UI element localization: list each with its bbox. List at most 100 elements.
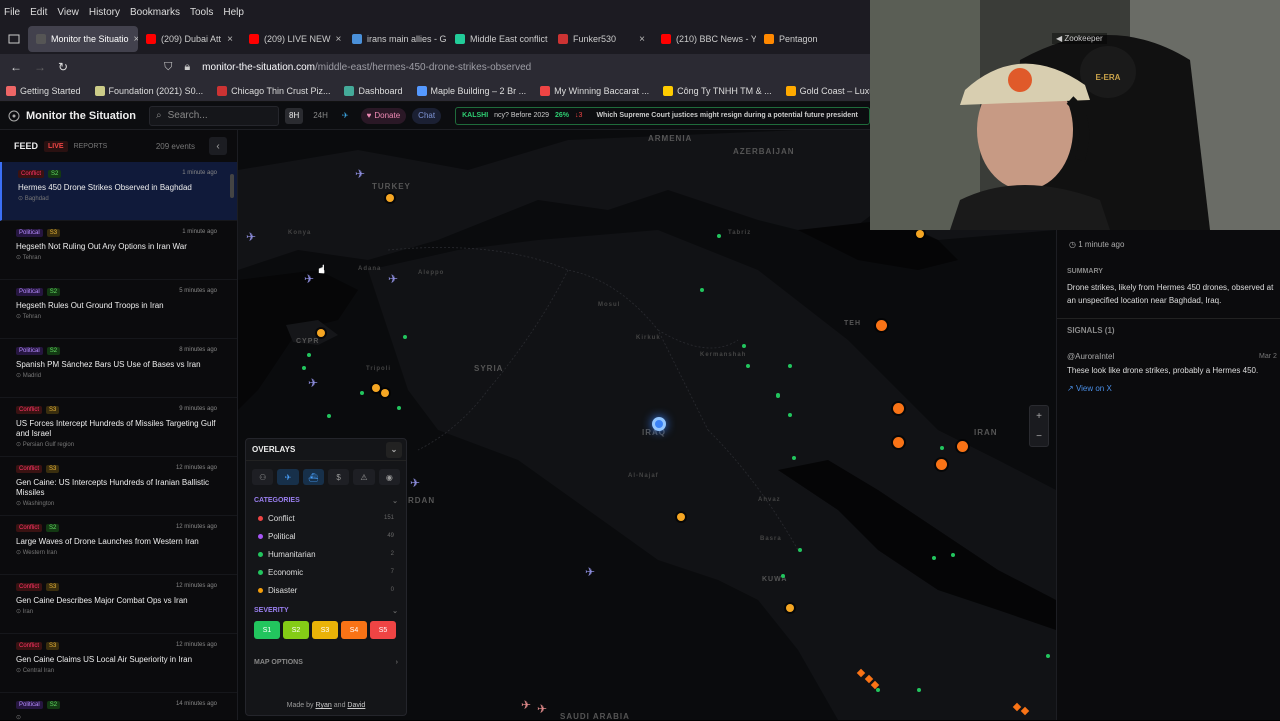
menu-item-help[interactable]: Help [223, 7, 244, 18]
event-marker[interactable] [788, 364, 792, 368]
browser-tab[interactable]: Pentagon [756, 26, 859, 52]
bookmark-item[interactable]: Chicago Thin Crust Piz... [217, 85, 330, 96]
event-marker[interactable] [386, 194, 394, 202]
overlay-alert-icon[interactable]: ⚠ [353, 469, 375, 485]
event-marker[interactable] [403, 335, 407, 339]
aircraft-icon[interactable]: ✈ [410, 476, 420, 490]
menu-item-view[interactable]: View [57, 7, 79, 18]
selected-event-marker[interactable] [652, 417, 666, 431]
event-marker[interactable] [397, 406, 401, 410]
chat-button[interactable]: Chat [412, 107, 442, 124]
feed-event-item[interactable]: Political S2 14 minutes ago ⊙ [0, 693, 237, 720]
telegram-icon[interactable]: ✈ [338, 108, 353, 124]
event-marker[interactable] [776, 393, 780, 397]
event-marker[interactable] [935, 458, 947, 470]
feed-event-item[interactable]: Political S3 1 minute ago Hegseth Not Rulin… [0, 221, 237, 280]
aircraft-icon[interactable]: ✈ [246, 230, 256, 244]
overlay-aircraft-icon[interactable]: ✈ [277, 469, 299, 485]
feed-event-item[interactable]: Conflict S3 12 minutes ago Gen Caine Claims… [0, 634, 237, 693]
event-marker[interactable] [781, 574, 785, 578]
event-marker[interactable] [717, 234, 721, 238]
tab-list-icon[interactable] [0, 33, 28, 45]
event-marker[interactable] [932, 556, 936, 560]
close-icon[interactable]: × [336, 34, 342, 45]
feed-event-item[interactable]: Conflict S2 12 minutes ago Large Waves of D… [0, 516, 237, 575]
overlay-camera-icon[interactable]: ◉ [378, 469, 400, 485]
zoom-in-button[interactable]: + [1036, 411, 1042, 422]
feed-event-item[interactable]: Political S2 8 minutes ago Spanish PM Sánch… [0, 339, 237, 398]
aircraft-icon[interactable]: ✈ [537, 702, 547, 716]
event-marker[interactable] [746, 364, 750, 368]
close-icon[interactable]: × [227, 34, 233, 45]
severity-filter-s4[interactable]: S4 [341, 621, 367, 639]
overlay-people-icon[interactable]: ⚇ [252, 469, 274, 485]
category-filter-political[interactable]: Political 49 [246, 527, 406, 545]
signal-user[interactable]: @AuroraIntel [1067, 350, 1279, 363]
tab-reports[interactable]: REPORTS [74, 143, 108, 150]
feed-scrollbar[interactable] [230, 174, 234, 198]
category-filter-economic[interactable]: Economic 7 [246, 563, 406, 581]
back-icon[interactable]: ← [10, 60, 22, 74]
bookmark-item[interactable]: My Winning Baccarat ... [540, 85, 649, 96]
severity-section-header[interactable]: SEVERITY ⌄ [246, 603, 406, 619]
feed-event-item[interactable]: Conflict S3 12 minutes ago Gen Caine Descri… [0, 575, 237, 634]
feed-event-item[interactable]: Conflict S3 12 minutes ago Gen Caine: US In… [0, 457, 237, 516]
overlay-dollar-icon[interactable]: $ [327, 469, 350, 485]
categories-section-header[interactable]: CATEGORIES ⌄ [246, 493, 406, 509]
bookmark-item[interactable]: Foundation (2021) S0... [94, 85, 203, 96]
event-marker[interactable] [307, 353, 311, 357]
event-marker[interactable] [360, 391, 364, 395]
reload-icon[interactable]: ↻ [58, 60, 68, 74]
event-marker[interactable] [892, 436, 904, 448]
app-logo[interactable]: Monitor the Situation [0, 110, 145, 122]
event-marker[interactable] [876, 688, 880, 692]
aircraft-icon[interactable]: ✈ [355, 167, 365, 181]
event-marker[interactable] [327, 414, 331, 418]
view-on-x-link[interactable]: ↗ View on X [1067, 382, 1279, 395]
event-marker[interactable] [892, 402, 904, 414]
browser-tab[interactable]: Middle East conflict× [447, 26, 550, 52]
range-24h-button[interactable]: 24H [309, 108, 332, 124]
severity-filter-s2[interactable]: S2 [283, 621, 309, 639]
author-link-david[interactable]: David [347, 702, 365, 709]
browser-tab[interactable]: Funker530 × [550, 26, 653, 52]
event-marker[interactable] [742, 344, 746, 348]
category-filter-conflict[interactable]: Conflict 151 [246, 509, 406, 527]
lock-icon[interactable]: 🔒︎ [184, 61, 190, 74]
shield-icon[interactable]: ⛉ [164, 61, 172, 74]
feed-event-item[interactable]: Conflict S3 9 minutes ago US Forces Interce… [0, 398, 237, 457]
aircraft-icon[interactable]: ✈ [521, 698, 531, 712]
tab-live[interactable]: LIVE [44, 140, 68, 152]
menu-item-tools[interactable]: Tools [190, 7, 213, 18]
bookmark-item[interactable]: Getting Started [6, 85, 81, 96]
category-filter-humanitarian[interactable]: Humanitarian 2 [246, 545, 406, 563]
zoom-out-button[interactable]: − [1036, 431, 1042, 442]
menu-item-edit[interactable]: Edit [30, 7, 47, 18]
search-input[interactable]: ⌕ Search... [149, 105, 279, 126]
browser-tab[interactable]: irans main allies - G× [344, 26, 447, 52]
bookmark-item[interactable]: Dashboard [344, 85, 403, 96]
event-marker[interactable] [875, 319, 887, 331]
event-marker[interactable] [317, 329, 325, 337]
browser-tab[interactable]: (210) BBC News - Y× [653, 26, 756, 52]
event-marker[interactable] [677, 513, 685, 521]
event-marker[interactable] [700, 288, 704, 292]
url-input[interactable]: monitor-the-situation.com/middle-east/he… [202, 62, 531, 73]
event-marker[interactable] [786, 604, 794, 612]
event-marker[interactable] [792, 456, 796, 460]
map-options-header[interactable]: MAP OPTIONS › [246, 655, 406, 670]
severity-filter-s1[interactable]: S1 [254, 621, 280, 639]
feed-event-item[interactable]: Conflict S2 1 minute ago Hermes 450 Drone S… [0, 162, 237, 221]
event-marker[interactable] [940, 446, 944, 450]
event-marker[interactable] [951, 553, 955, 557]
bookmark-item[interactable]: Maple Building – 2 Br ... [416, 85, 526, 96]
event-marker[interactable] [798, 548, 802, 552]
event-marker[interactable] [917, 688, 921, 692]
aircraft-icon[interactable]: ✈ [585, 565, 595, 579]
bookmark-item[interactable]: Công Ty TNHH TM & ... [663, 85, 772, 96]
event-marker[interactable] [1046, 654, 1050, 658]
prediction-ticker[interactable]: KALSHI ncy? Before 2029 26% ↓3 Which Sup… [455, 106, 870, 125]
event-marker[interactable] [302, 366, 306, 370]
menu-item-bookmarks[interactable]: Bookmarks [130, 7, 180, 18]
overlay-ship-icon[interactable]: ⛴ [302, 469, 324, 485]
